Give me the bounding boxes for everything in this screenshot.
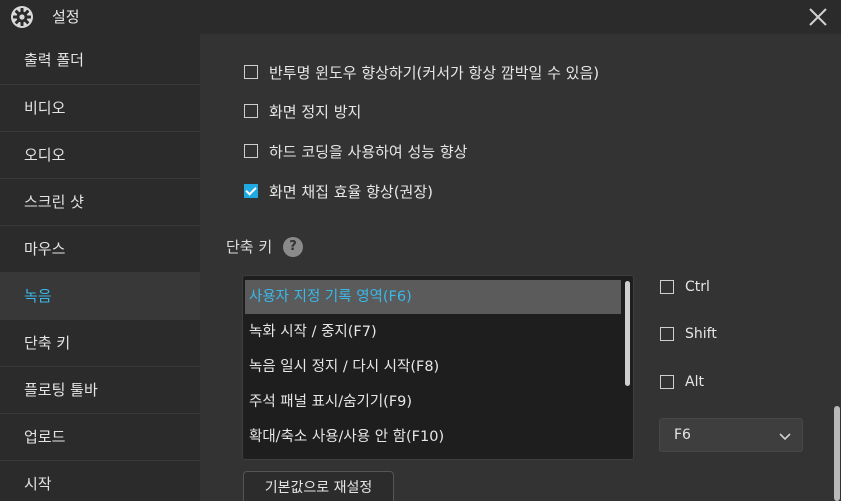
- help-icon[interactable]: ?: [283, 237, 303, 257]
- content-scrollbar[interactable]: [834, 406, 840, 501]
- sidebar-item-upload[interactable]: 업로드: [0, 413, 200, 460]
- sidebar-item-hotkeys[interactable]: 단축 키: [0, 319, 200, 366]
- modifier-label: Ctrl: [685, 279, 710, 295]
- checkbox[interactable]: [244, 144, 258, 158]
- option-improve-capture-efficiency[interactable]: 화면 채집 효율 향상(권장): [244, 181, 433, 201]
- sidebar-item-output-folder[interactable]: 출력 폴더: [0, 37, 200, 84]
- sidebar-item-video[interactable]: 비디오: [0, 84, 200, 131]
- hotkey-key-select[interactable]: F6: [659, 418, 803, 452]
- key-select-value: F6: [674, 427, 691, 443]
- modifier-label: Shift: [685, 326, 717, 342]
- sidebar-item-recording[interactable]: 녹음: [0, 272, 200, 319]
- sidebar-item-startup[interactable]: 시작: [0, 460, 200, 501]
- gear-icon: [11, 6, 33, 28]
- modifier-shift[interactable]: Shift: [660, 324, 717, 344]
- modifier-ctrl[interactable]: Ctrl: [660, 277, 710, 297]
- option-label: 하드 코딩을 사용하여 성능 향상: [269, 142, 468, 161]
- option-prevent-screen-freeze[interactable]: 화면 정지 방지: [244, 101, 361, 121]
- checkbox[interactable]: [660, 375, 674, 389]
- modifier-alt[interactable]: Alt: [660, 372, 704, 392]
- checkbox[interactable]: [660, 280, 674, 294]
- hotkey-item-custom-area[interactable]: 사용자 지정 기록 영역(F6): [245, 280, 621, 314]
- option-enhance-translucent-window[interactable]: 반투명 윈도우 향상하기(커서가 항상 깜박일 수 있음): [244, 62, 599, 82]
- sidebar-item-screenshot[interactable]: 스크린 샷: [0, 178, 200, 225]
- window-title: 설정: [52, 8, 80, 26]
- reset-defaults-button[interactable]: 기본값으로 재설정: [243, 471, 394, 501]
- hotkey-action-list[interactable]: 사용자 지정 기록 영역(F6) 녹화 시작 / 중지(F7) 녹음 일시 정지…: [242, 275, 634, 460]
- list-scrollbar[interactable]: [625, 281, 630, 386]
- option-label: 화면 정지 방지: [269, 102, 362, 121]
- hotkeys-section-title: 단축 키: [226, 238, 273, 256]
- title-bar: 설정: [0, 0, 841, 34]
- option-label: 화면 채집 효율 향상(권장): [269, 182, 434, 201]
- hotkey-item-pause-resume[interactable]: 녹음 일시 정지 / 다시 시작(F8): [245, 350, 621, 384]
- settings-content: 반투명 윈도우 향상하기(커서가 항상 깜박일 수 있음) 화면 정지 방지 하…: [200, 34, 841, 501]
- hotkey-item-annotation-panel[interactable]: 주석 패널 표시/숨기기(F9): [245, 385, 621, 419]
- checkbox[interactable]: [244, 65, 258, 79]
- checkbox-checked[interactable]: [244, 184, 258, 198]
- option-hardware-encoding[interactable]: 하드 코딩을 사용하여 성능 향상: [244, 141, 467, 161]
- sidebar-item-mouse[interactable]: 마우스: [0, 225, 200, 272]
- hotkey-item-zoom-toggle[interactable]: 확대/축소 사용/사용 안 함(F10): [245, 420, 621, 454]
- option-label: 반투명 윈도우 향상하기(커서가 항상 깜박일 수 있음): [269, 63, 600, 82]
- hotkey-item-start-stop[interactable]: 녹화 시작 / 중지(F7): [245, 315, 621, 349]
- chevron-down-icon: [779, 433, 791, 441]
- checkbox[interactable]: [244, 104, 258, 118]
- checkbox[interactable]: [660, 327, 674, 341]
- modifier-label: Alt: [685, 374, 704, 390]
- close-icon[interactable]: [806, 5, 830, 29]
- sidebar: 출력 폴더 비디오 오디오 스크린 샷 마우스 녹음 단축 키 플로팅 툴바 업…: [0, 34, 200, 501]
- sidebar-item-audio[interactable]: 오디오: [0, 131, 200, 178]
- sidebar-item-floating-toolbar[interactable]: 플로팅 툴바: [0, 366, 200, 413]
